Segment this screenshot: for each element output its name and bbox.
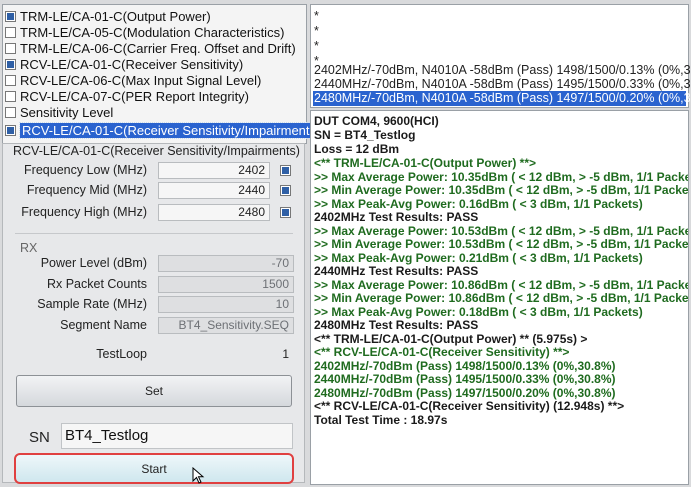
power-level-label: Power Level (dBm): [40, 256, 147, 270]
checkbox[interactable]: [5, 26, 16, 38]
test-item[interactable]: TRM-LE/CA-05-C(Modulation Characteristic…: [5, 24, 284, 40]
testloop-input[interactable]: 1: [158, 346, 294, 363]
packet-counts-field[interactable]: 1500: [158, 276, 294, 293]
log-line: >> Max Average Power: 10.86dBm ( < 12 dB…: [314, 278, 689, 292]
log-line: 2480MHz/-70dBm (Pass) 1497/1500/0.20% (0…: [314, 386, 616, 400]
log-line: DUT COM4, 9600(HCI): [314, 114, 439, 128]
checkbox[interactable]: [5, 106, 16, 118]
test-log[interactable]: DUT COM4, 9600(HCI) SN = BT4_Testlog Los…: [310, 110, 689, 485]
log-line: <** TRM-LE/CA-01-C(Output Power) **>: [314, 156, 537, 170]
result-item[interactable]: 2440MHz/-70dBm, N4010A -58dBm (Pass) 149…: [314, 77, 691, 92]
test-item-selected[interactable]: RCV-LE/CA-01-C(Receiver Sensitivity/Impa…: [5, 121, 324, 139]
result-item-selected[interactable]: 2480MHz/-70dBm, N4010A -58dBm (Pass) 149…: [313, 91, 691, 106]
log-line: >> Max Peak-Avg Power: 0.21dBm ( < 3 dBm…: [314, 251, 643, 265]
test-item[interactable]: TRM-LE/CA-06-C(Carrier Freq. Offset and …: [5, 40, 296, 56]
freq-mid-input[interactable]: 2440: [158, 182, 270, 199]
freq-high-checkbox[interactable]: [280, 207, 291, 218]
start-button[interactable]: Start: [14, 453, 294, 484]
sn-input[interactable]: BT4_Testlog: [61, 423, 293, 449]
list-item: *: [314, 39, 319, 53]
rx-group-label: RX: [20, 241, 38, 255]
log-line: Total Test Time : 18.97s: [314, 413, 448, 427]
sample-rate-label: Sample Rate (MHz): [37, 297, 147, 311]
checkbox[interactable]: [5, 58, 16, 70]
config-title: RCV-LE/CA-01-C(Receiver Sensitivity/Impa…: [13, 144, 300, 158]
packet-counts-label: Rx Packet Counts: [46, 277, 147, 291]
log-line: Loss = 12 dBm: [314, 142, 400, 156]
log-line: >> Min Average Power: 10.35dBm ( < 12 dB…: [314, 183, 689, 197]
checkbox[interactable]: [5, 74, 16, 86]
checkbox[interactable]: [5, 10, 16, 22]
segment-name-field[interactable]: BT4_Sensitivity.SEQ: [158, 317, 294, 334]
segment-name-label: Segment Name: [60, 318, 147, 332]
log-line: SN = BT4_Testlog: [314, 128, 416, 142]
freq-high-label: Frequency High (MHz): [21, 205, 147, 219]
log-line: >> Min Average Power: 10.53dBm ( < 12 dB…: [314, 237, 689, 251]
test-item-list[interactable]: TRM-LE/CA-01-C(Output Power) TRM-LE/CA-0…: [2, 4, 324, 144]
log-line: >> Max Peak-Avg Power: 0.16dBm ( < 3 dBm…: [314, 197, 643, 211]
log-line: 2440MHz Test Results: PASS: [314, 264, 479, 278]
frequency-results-list[interactable]: * * * * 2402MHz/-70dBm, N4010A -58dBm (P…: [310, 4, 691, 108]
list-item: *: [314, 9, 319, 23]
test-item[interactable]: Sensitivity Level: [5, 104, 113, 120]
checkbox[interactable]: [5, 90, 16, 102]
mouse-cursor-icon: [192, 467, 205, 484]
test-item[interactable]: TRM-LE/CA-01-C(Output Power): [5, 8, 211, 24]
start-button-label: Start: [141, 462, 167, 476]
freq-mid-label: Frequency Mid (MHz): [26, 183, 147, 197]
log-line: >> Min Average Power: 10.86dBm ( < 12 dB…: [314, 291, 689, 305]
freq-low-input[interactable]: 2402: [158, 162, 270, 179]
checkbox[interactable]: [5, 42, 16, 54]
config-panel: RCV-LE/CA-01-C(Receiver Sensitivity/Impa…: [2, 143, 305, 484]
log-line: <** TRM-LE/CA-01-C(Output Power) ** (5.9…: [314, 332, 588, 346]
testloop-label: TestLoop: [96, 347, 147, 361]
sample-rate-field[interactable]: 10: [158, 296, 294, 313]
list-item: *: [314, 24, 319, 38]
test-item[interactable]: RCV-LE/CA-06-C(Max Input Signal Level): [5, 72, 261, 88]
log-line: 2402MHz/-70dBm (Pass) 1498/1500/0.13% (0…: [314, 359, 616, 373]
test-item[interactable]: RCV-LE/CA-01-C(Receiver Sensitivity): [5, 56, 243, 72]
log-line: 2440MHz/-70dBm (Pass) 1495/1500/0.33% (0…: [314, 372, 616, 386]
checkbox[interactable]: [5, 124, 16, 136]
log-line: 2402MHz Test Results: PASS: [314, 210, 479, 224]
log-line: >> Max Average Power: 10.53dBm ( < 12 dB…: [314, 224, 689, 238]
log-line: >> Max Peak-Avg Power: 0.18dBm ( < 3 dBm…: [314, 305, 643, 319]
divider: [15, 233, 293, 234]
sn-label: SN: [29, 429, 50, 446]
log-line: <** RCV-LE/CA-01-C(Receiver Sensitivity)…: [314, 345, 570, 359]
freq-high-input[interactable]: 2480: [158, 204, 270, 221]
freq-low-checkbox[interactable]: [280, 165, 291, 176]
power-level-field[interactable]: -70: [158, 255, 294, 272]
freq-low-label: Frequency Low (MHz): [24, 163, 147, 177]
set-button[interactable]: Set: [16, 375, 292, 407]
log-line: >> Max Average Power: 10.35dBm ( < 12 dB…: [314, 170, 689, 184]
log-line: 2480MHz Test Results: PASS: [314, 318, 479, 332]
result-item[interactable]: 2402MHz/-70dBm, N4010A -58dBm (Pass) 149…: [314, 63, 691, 78]
freq-mid-checkbox[interactable]: [280, 185, 291, 196]
test-item[interactable]: RCV-LE/CA-07-C(PER Report Integrity): [5, 88, 249, 104]
log-line: <** RCV-LE/CA-01-C(Receiver Sensitivity)…: [314, 399, 625, 413]
